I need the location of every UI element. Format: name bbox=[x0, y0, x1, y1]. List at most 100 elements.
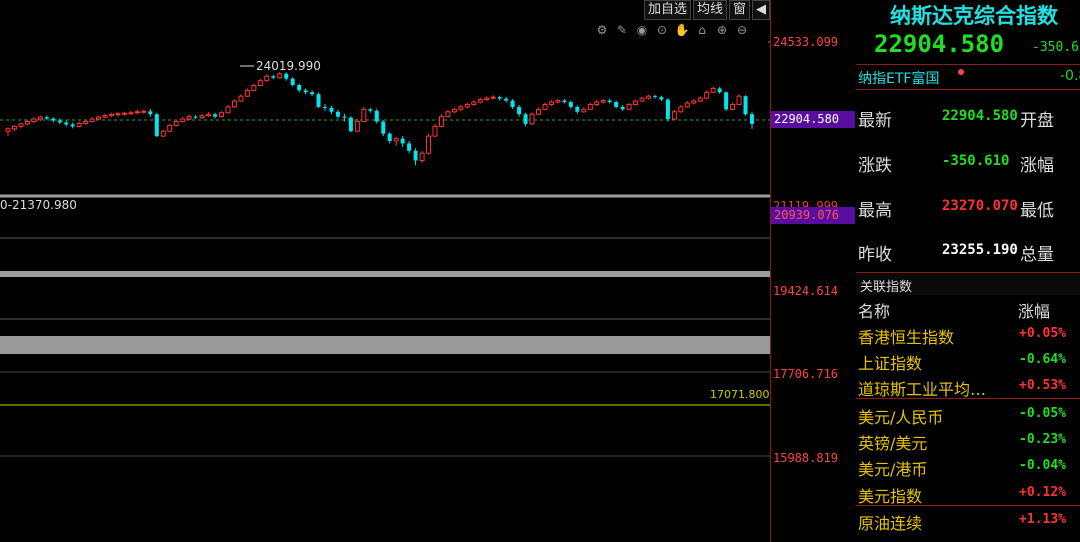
candle-body bbox=[426, 135, 432, 154]
quote-row-prev-close: 昨收 23255.190 总量 bbox=[856, 234, 1080, 265]
candle-body bbox=[44, 117, 49, 119]
candle-body bbox=[18, 123, 24, 127]
related-pct: -0.04% bbox=[1019, 458, 1066, 473]
related-row[interactable]: 香港恒生指数 +0.05% bbox=[856, 320, 1080, 347]
magnet-icon[interactable]: ⊙ bbox=[654, 22, 670, 38]
candle-body bbox=[316, 94, 321, 107]
candle-body bbox=[323, 106, 328, 108]
chart-toolbar: 加自选 均线 窗 ◀ bbox=[643, 0, 770, 20]
candle-body bbox=[471, 101, 477, 105]
candle-body bbox=[51, 118, 56, 121]
etf-label[interactable]: 纳指ETF富国 bbox=[858, 68, 939, 88]
window-button[interactable]: 窗 bbox=[728, 0, 750, 20]
candle-body bbox=[11, 125, 17, 130]
etf-value: -0.8 bbox=[1060, 68, 1080, 84]
candle-body bbox=[193, 116, 198, 118]
candle-body bbox=[697, 97, 703, 102]
candle-body bbox=[717, 88, 722, 93]
settings-icon[interactable]: ⚙ bbox=[594, 22, 610, 38]
related-row[interactable]: 美元/港币 -0.04% bbox=[856, 452, 1080, 479]
quote-label-2: 开盘 bbox=[1020, 111, 1054, 131]
band-bar bbox=[0, 336, 770, 354]
zoom-in-icon[interactable]: ⊕ bbox=[714, 22, 730, 38]
quote-value: 22904.580 bbox=[942, 108, 1018, 124]
pin-button[interactable]: ◀ bbox=[752, 0, 770, 20]
related-row[interactable]: 美元/人民币 -0.05% bbox=[856, 400, 1080, 427]
candle-body bbox=[154, 114, 159, 137]
candle-body bbox=[96, 116, 102, 120]
candle-body bbox=[594, 101, 600, 105]
quote-label: 昨收 bbox=[858, 245, 892, 265]
candle-body bbox=[607, 100, 612, 103]
candles-group bbox=[5, 71, 754, 166]
candle-body bbox=[342, 116, 347, 118]
lock-icon[interactable]: ⌂ bbox=[694, 22, 710, 38]
kline-chart-area[interactable]: 24019.990 0-21370.980 17071.800 加自选 均线 窗… bbox=[0, 0, 770, 542]
candle-body bbox=[141, 110, 147, 113]
add-watch-button[interactable]: 加自选 bbox=[643, 0, 691, 20]
candle-body bbox=[659, 97, 664, 100]
candle-body bbox=[257, 80, 263, 86]
candle-body bbox=[691, 100, 697, 104]
related-name: 道琼斯工业平均… bbox=[858, 380, 987, 399]
related-row[interactable]: 美元指数 +0.12% bbox=[856, 479, 1080, 506]
candle-body bbox=[271, 76, 276, 78]
candle-body bbox=[562, 100, 567, 103]
candle-body bbox=[160, 130, 166, 137]
candle-body bbox=[568, 102, 573, 107]
candle-body bbox=[251, 84, 257, 91]
avg-line-button[interactable]: 均线 bbox=[692, 0, 727, 20]
related-name: 香港恒生指数 bbox=[858, 328, 955, 347]
candle-body bbox=[121, 112, 127, 115]
candle-body bbox=[381, 121, 386, 134]
candle-body bbox=[57, 120, 62, 123]
candle-body bbox=[710, 87, 716, 93]
related-row[interactable]: 原油连续 +1.13% bbox=[856, 506, 1080, 533]
candle-body bbox=[335, 111, 340, 117]
candle-body bbox=[206, 113, 212, 117]
candle-body bbox=[37, 116, 43, 120]
related-row[interactable]: 上证指数 -0.64% bbox=[856, 346, 1080, 373]
quote-row-latest: 最新 22904.580 开盘 bbox=[856, 100, 1080, 131]
candle-body bbox=[167, 124, 173, 132]
candle-body bbox=[510, 100, 515, 107]
candle-body bbox=[704, 91, 710, 99]
candle-body bbox=[115, 113, 121, 116]
candle-body bbox=[173, 121, 179, 126]
candle-body bbox=[529, 113, 535, 125]
candle-body bbox=[665, 99, 670, 120]
eye-icon[interactable]: ◉ bbox=[634, 22, 650, 38]
kline-chart[interactable]: 24019.990 0-21370.980 17071.800 bbox=[0, 0, 770, 542]
candle-body bbox=[128, 112, 134, 115]
price-axis: 24533.099 22904.580 21119.999 20939.076 … bbox=[770, 0, 857, 542]
candle-body bbox=[218, 112, 224, 118]
hand-drag-icon[interactable]: ✋ bbox=[674, 22, 690, 38]
candle-body bbox=[445, 111, 451, 118]
candle-body bbox=[199, 115, 205, 119]
etf-row[interactable]: 纳指ETF富国 -0.8 bbox=[856, 64, 1080, 90]
candle-body bbox=[180, 118, 186, 123]
candle-body bbox=[297, 84, 302, 91]
related-pct: +0.53% bbox=[1019, 378, 1066, 393]
related-pct: +0.05% bbox=[1019, 326, 1066, 341]
candle-body bbox=[348, 117, 353, 132]
candle-body bbox=[451, 108, 457, 113]
quote-row-change: 涨跌 -350.610 涨幅 bbox=[856, 145, 1080, 176]
related-column-header: 名称 涨幅 bbox=[856, 296, 1080, 321]
related-name: 美元指数 bbox=[858, 487, 923, 506]
low-label: 0-21370.980 bbox=[0, 198, 77, 212]
draw-pen-icon[interactable]: ✎ bbox=[614, 22, 630, 38]
candle-body bbox=[419, 152, 425, 161]
candle-body bbox=[213, 114, 218, 117]
candle-body bbox=[76, 122, 82, 127]
related-row[interactable]: 道琼斯工业平均… +0.53% bbox=[856, 372, 1080, 399]
peak-label: 24019.990 bbox=[256, 59, 321, 73]
zoom-out-icon[interactable]: ⊖ bbox=[734, 22, 750, 38]
candle-body bbox=[354, 121, 360, 132]
index-change: -350.61 bbox=[1032, 40, 1080, 55]
candle-body bbox=[148, 111, 153, 115]
related-pct: -0.64% bbox=[1019, 352, 1066, 367]
quote-value: 23270.070 bbox=[942, 198, 1018, 214]
related-row[interactable]: 英镑/美元 -0.23% bbox=[856, 426, 1080, 453]
crosshair-price-marker: 20939.076 bbox=[771, 207, 855, 224]
